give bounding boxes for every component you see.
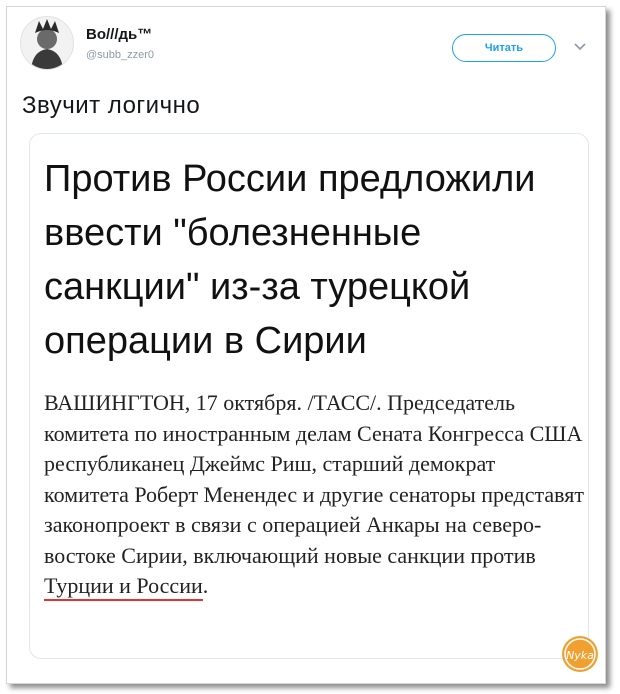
card-body-text: ВАШИНГТОН, 17 октября. /ТАСС/. Председат… [44,390,584,568]
avatar[interactable] [20,16,74,70]
svg-text:Nyka: Nyka [566,649,594,662]
card-body-underlined: Турции и России [44,573,203,601]
display-name[interactable]: Во///дь™ [86,26,152,43]
watermark-logo: Nyka [560,634,600,674]
tweet-header: Во///дь™ @subb_zzer0 Читать [20,16,595,72]
tweet-text: Звучит логично [22,92,201,119]
user-handle[interactable]: @subb_zzer0 [86,49,154,61]
follow-button[interactable]: Читать [452,34,556,62]
card-body: ВАШИНГТОН, 17 октября. /ТАСС/. Председат… [44,388,584,602]
chevron-down-icon[interactable] [572,38,588,54]
card-body-end: . [202,573,209,598]
card-headline: Против России предложили ввести "болезне… [44,158,536,362]
